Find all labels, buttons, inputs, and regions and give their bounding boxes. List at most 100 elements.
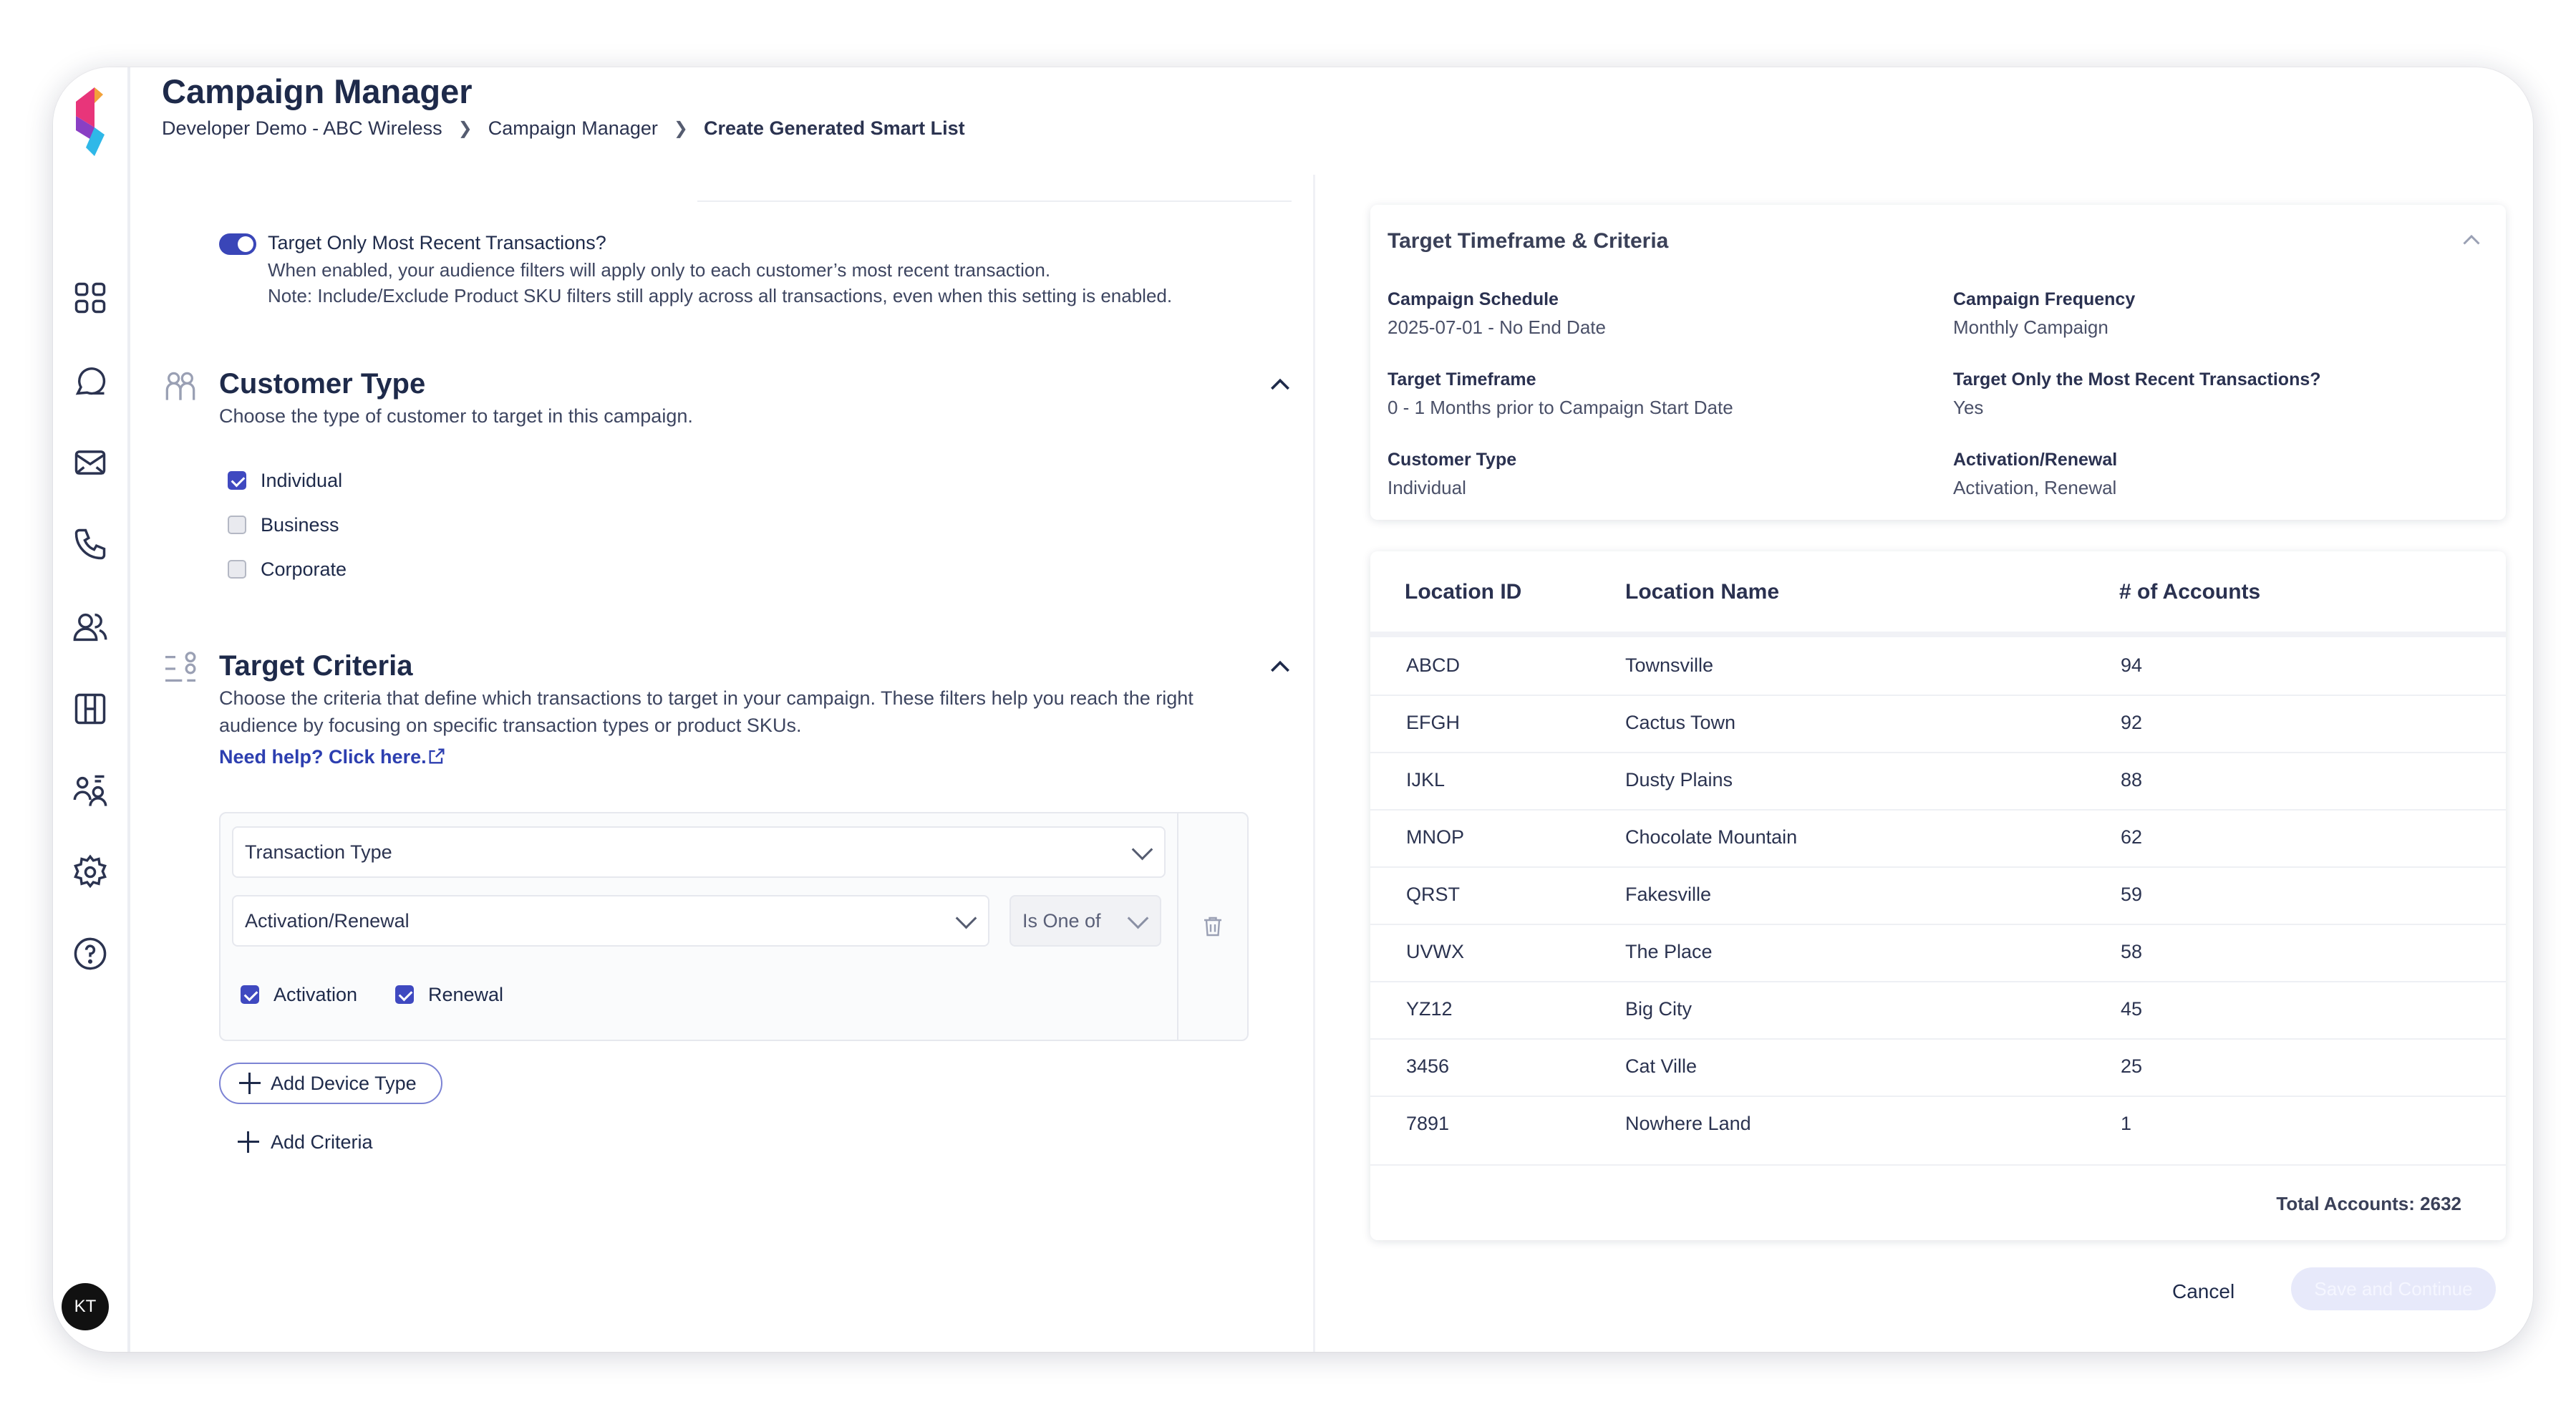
logo-icon[interactable] (66, 84, 115, 159)
help-link[interactable]: Need help? Click here. (219, 746, 427, 768)
collapse-summary-icon[interactable] (2459, 228, 2484, 253)
option-label: Individual (261, 470, 343, 491)
user-group-icon[interactable] (67, 768, 113, 813)
table-row[interactable]: YZ12 Big City 45 (1370, 981, 2506, 1040)
help-icon[interactable] (67, 931, 113, 977)
checkbox-renewal[interactable] (395, 985, 414, 1004)
grid-icon[interactable] (67, 275, 113, 321)
value-label: Activation (273, 984, 358, 1005)
table-cell: Dusty Plains (1625, 769, 1733, 790)
field-label: Activation/Renewal (1953, 450, 2118, 470)
table-cell: Chocolate Mountain (1625, 826, 1798, 848)
field-label: Target Timeframe (1388, 369, 1536, 390)
criteria-value-select[interactable]: Activation/Renewal (232, 895, 989, 947)
table-row[interactable]: IJKL Dusty Plains 88 (1370, 752, 2506, 811)
table-cell: 7891 (1406, 1113, 1450, 1134)
sidebar: KT (53, 67, 130, 1352)
table-cell: UVWX (1406, 941, 1464, 962)
chat-icon[interactable] (67, 358, 113, 404)
column-header[interactable]: Location ID (1405, 580, 1521, 604)
avatar[interactable]: KT (62, 1283, 109, 1330)
button-label: Add Device Type (271, 1072, 417, 1094)
breadcrumb: Developer Demo - ABC Wireless ❯ Campaign… (162, 117, 965, 140)
table-row[interactable]: UVWX The Place 58 (1370, 924, 2506, 982)
table-cell: EFGH (1406, 712, 1461, 733)
recent-transactions-toggle[interactable] (219, 233, 256, 255)
table-row[interactable]: EFGH Cactus Town 92 (1370, 695, 2506, 753)
customer-type-subtitle: Choose the type of customer to target in… (219, 405, 693, 427)
select-value: Activation/Renewal (245, 909, 410, 932)
operator-select[interactable]: Is One of (1009, 895, 1161, 947)
chevron-down-icon (955, 907, 977, 929)
field-value: 2025-07-01 - No End Date (1388, 316, 1606, 338)
field-label: Campaign Frequency (1953, 289, 2136, 309)
field-value: Monthly Campaign (1953, 316, 2108, 338)
table-cell: 1 (2121, 1113, 2132, 1134)
filter-list-icon (165, 652, 196, 682)
select-value: Is One of (1022, 909, 1101, 932)
table-row[interactable]: 3456 Cat Ville 25 (1370, 1038, 2506, 1097)
option-label: Business (261, 514, 339, 536)
breadcrumb-item[interactable]: Developer Demo - ABC Wireless (162, 117, 442, 140)
customer-type-title: Customer Type (219, 368, 426, 400)
table-cell: 92 (2121, 712, 2143, 733)
trash-icon[interactable] (1200, 914, 1226, 939)
add-device-type-button[interactable]: Add Device Type (219, 1063, 442, 1104)
criteria-type-select[interactable]: Transaction Type (232, 826, 1166, 878)
external-link-icon[interactable] (427, 746, 447, 766)
field-label: Customer Type (1388, 450, 1517, 470)
field-value: 0 - 1 Months prior to Campaign Start Dat… (1388, 397, 1733, 418)
table-row[interactable]: ABCD Townsville 94 (1370, 637, 2506, 696)
target-criteria-description: audience by focusing on specific transac… (219, 715, 802, 736)
collapse-target-criteria-icon[interactable] (1266, 653, 1294, 682)
table-cell: Big City (1625, 998, 1693, 1020)
mail-icon[interactable] (67, 440, 113, 485)
field-value: Activation, Renewal (1953, 477, 2117, 498)
field-label: Campaign Schedule (1388, 289, 1559, 309)
chevron-right-icon: ❯ (457, 119, 473, 138)
breadcrumb-item[interactable]: Campaign Manager (488, 117, 658, 140)
table-cell: Townsville (1625, 654, 1714, 676)
field-value: Yes (1953, 397, 1984, 418)
column-header[interactable]: # of Accounts (2119, 580, 2260, 604)
chevron-down-icon (1131, 838, 1153, 861)
table-cell: IJKL (1406, 769, 1446, 790)
table-row[interactable]: 7891 Nowhere Land 1 (1370, 1096, 2506, 1153)
collapse-customer-type-icon[interactable] (1266, 371, 1294, 400)
table-footer-divider (1370, 1164, 2506, 1166)
toggle-note: Note: Include/Exclude Product SKU filter… (268, 285, 1173, 306)
table-cell: 3456 (1406, 1055, 1450, 1077)
phone-icon[interactable] (67, 521, 113, 567)
cancel-button[interactable]: Cancel (2172, 1280, 2234, 1303)
columns-icon[interactable] (67, 686, 113, 732)
table-cell: 25 (2121, 1055, 2143, 1077)
table-cell: 88 (2121, 769, 2143, 790)
gear-icon[interactable] (67, 849, 113, 895)
checkbox-activation[interactable] (241, 985, 259, 1004)
table-cell: ABCD (1406, 654, 1461, 676)
checkbox-individual[interactable] (228, 471, 246, 490)
pane-divider (1313, 175, 1315, 1352)
save-and-continue-button[interactable]: Save and Continue (2291, 1267, 2496, 1310)
option-label: Corporate (261, 558, 347, 580)
chevron-down-icon (1127, 907, 1149, 929)
summary-title: Target Timeframe & Criteria (1388, 229, 1669, 253)
customer-type-icon (165, 372, 195, 400)
chevron-right-icon: ❯ (673, 119, 688, 138)
users-icon[interactable] (67, 604, 113, 650)
column-header[interactable]: Location Name (1625, 580, 1779, 604)
app-window: KT Campaign Manager Developer Demo - ABC… (53, 67, 2533, 1352)
table-row[interactable]: QRST Fakesville 59 (1370, 866, 2506, 925)
table-cell: QRST (1406, 884, 1461, 905)
page-title: Campaign Manager (162, 72, 473, 110)
summary-card: Target Timeframe & Criteria Campaign Sch… (1370, 205, 2506, 520)
button-label: Add Criteria (271, 1131, 373, 1153)
select-value: Transaction Type (245, 841, 392, 863)
plus-icon (239, 1073, 261, 1094)
table-header: Location ID Location Name # of Accounts (1370, 551, 2506, 637)
add-criteria-button[interactable]: Add Criteria (238, 1128, 395, 1157)
checkbox-business[interactable] (228, 516, 246, 534)
target-criteria-description: Choose the criteria that define which tr… (219, 687, 1193, 709)
table-row[interactable]: MNOP Chocolate Mountain 62 (1370, 809, 2506, 868)
checkbox-corporate[interactable] (228, 560, 246, 579)
